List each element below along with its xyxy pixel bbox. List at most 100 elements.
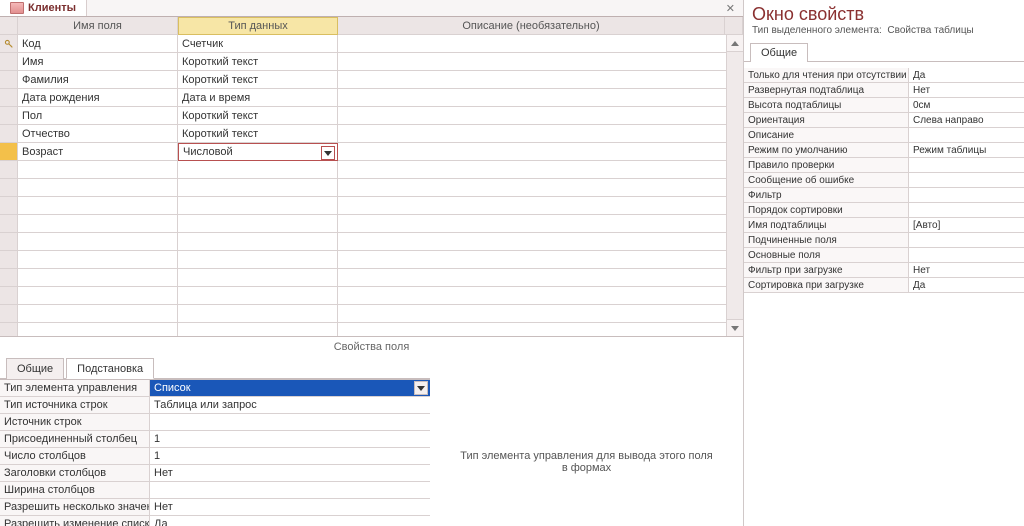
row-selector[interactable] [0,287,18,305]
cell-field-name[interactable] [18,215,178,233]
row-selector[interactable] [0,197,18,215]
scroll-down-icon[interactable] [727,319,743,336]
sheet-value[interactable]: Да [909,278,1024,292]
cell-data-type[interactable] [178,233,338,251]
sheet-row[interactable]: Порядок сортировки [744,203,1024,218]
sheet-value[interactable]: Нет [909,263,1024,277]
cell-data-type[interactable]: Короткий текст [178,53,338,71]
cell-data-type[interactable] [178,305,338,323]
cell-description[interactable] [338,143,743,161]
cell-description[interactable] [338,161,743,179]
sheet-row[interactable]: Фильтр [744,188,1024,203]
row-selector[interactable] [0,35,18,53]
cell-data-type[interactable] [178,251,338,269]
property-value[interactable]: Таблица или запрос [150,397,430,413]
grid-row[interactable]: ФамилияКороткий текст [0,71,743,89]
property-value[interactable]: 1 [150,448,430,464]
sheet-value[interactable]: Слева направо [909,113,1024,127]
cell-description[interactable] [338,215,743,233]
cell-field-name[interactable]: Возраст [18,143,178,161]
col-header-name[interactable]: Имя поля [18,17,178,35]
cell-data-type[interactable] [178,287,338,305]
grid-row[interactable] [0,287,743,305]
cell-description[interactable] [338,125,743,143]
cell-description[interactable] [338,233,743,251]
row-selector[interactable] [0,305,18,323]
row-selector[interactable] [0,179,18,197]
row-selector[interactable] [0,269,18,287]
cell-field-name[interactable]: Отчество [18,125,178,143]
property-row[interactable]: Ширина столбцов [0,482,430,499]
row-selector[interactable] [0,89,18,107]
cell-field-name[interactable] [18,305,178,323]
property-row[interactable]: Разрешить изменение спискаДа [0,516,430,526]
sheet-row[interactable]: Основные поля [744,248,1024,263]
grid-row[interactable] [0,269,743,287]
property-row[interactable]: Тип элемента управленияСписок [0,380,430,397]
property-value[interactable]: Нет [150,499,430,515]
grid-row[interactable]: ОтчествоКороткий текст [0,125,743,143]
row-selector[interactable] [0,161,18,179]
row-selector[interactable] [0,125,18,143]
sheet-row[interactable]: Сообщение об ошибке [744,173,1024,188]
sheet-row[interactable]: Режим по умолчаниюРежим таблицы [744,143,1024,158]
row-selector[interactable] [0,71,18,89]
chevron-down-icon[interactable] [414,381,428,395]
cell-description[interactable] [338,107,743,125]
cell-field-name[interactable] [18,251,178,269]
grid-row[interactable] [0,233,743,251]
sheet-value[interactable]: Да [909,68,1024,82]
sheet-row[interactable]: Подчиненные поля [744,233,1024,248]
close-icon[interactable]: ✕ [718,2,743,15]
sheet-value[interactable]: [Авто] [909,218,1024,232]
property-tab-general[interactable]: Общие [750,43,808,62]
row-selector[interactable] [0,107,18,125]
property-row[interactable]: Заголовки столбцовНет [0,465,430,482]
property-value[interactable]: Да [150,516,430,526]
cell-data-type[interactable]: Числовой [178,143,338,161]
sheet-value[interactable]: Нет [909,83,1024,97]
cell-data-type[interactable]: Дата и время [178,89,338,107]
property-value[interactable] [150,414,430,430]
sheet-value[interactable] [909,158,1024,172]
tab-general[interactable]: Общие [6,358,64,379]
row-selector[interactable] [0,215,18,233]
cell-data-type[interactable] [178,197,338,215]
grid-row[interactable] [0,215,743,233]
cell-data-type[interactable] [178,179,338,197]
property-row[interactable]: Тип источника строкТаблица или запрос [0,397,430,414]
cell-field-name[interactable]: Код [18,35,178,53]
cell-field-name[interactable] [18,179,178,197]
cell-field-name[interactable] [18,287,178,305]
sheet-value[interactable]: Режим таблицы [909,143,1024,157]
cell-data-type[interactable]: Короткий текст [178,125,338,143]
sheet-value[interactable]: 0см [909,98,1024,112]
sheet-row[interactable]: Только для чтения при отсутствии подклДа [744,68,1024,83]
tab-clients[interactable]: Клиенты [0,0,87,16]
property-row[interactable]: Число столбцов1 [0,448,430,465]
cell-data-type[interactable]: Счетчик [178,35,338,53]
property-row[interactable]: Источник строк [0,414,430,431]
sheet-row[interactable]: Описание [744,128,1024,143]
cell-data-type[interactable] [178,269,338,287]
sheet-row[interactable]: Фильтр при загрузкеНет [744,263,1024,278]
chevron-down-icon[interactable] [321,146,335,160]
cell-description[interactable] [338,179,743,197]
sheet-value[interactable] [909,203,1024,217]
grid-row[interactable] [0,197,743,215]
cell-field-name[interactable] [18,233,178,251]
sheet-value[interactable] [909,248,1024,262]
sheet-row[interactable]: Правило проверки [744,158,1024,173]
cell-data-type[interactable] [178,215,338,233]
cell-field-name[interactable]: Фамилия [18,71,178,89]
cell-field-name[interactable] [18,269,178,287]
property-value[interactable]: Список [150,380,430,396]
sheet-row[interactable]: Имя подтаблицы[Авто] [744,218,1024,233]
vertical-scrollbar[interactable] [726,35,743,336]
property-row[interactable]: Разрешить несколько значенийНет [0,499,430,516]
sheet-row[interactable]: Высота подтаблицы0см [744,98,1024,113]
property-row[interactable]: Присоединенный столбец1 [0,431,430,448]
property-value[interactable]: Нет [150,465,430,481]
cell-description[interactable] [338,53,743,71]
cell-description[interactable] [338,323,743,336]
